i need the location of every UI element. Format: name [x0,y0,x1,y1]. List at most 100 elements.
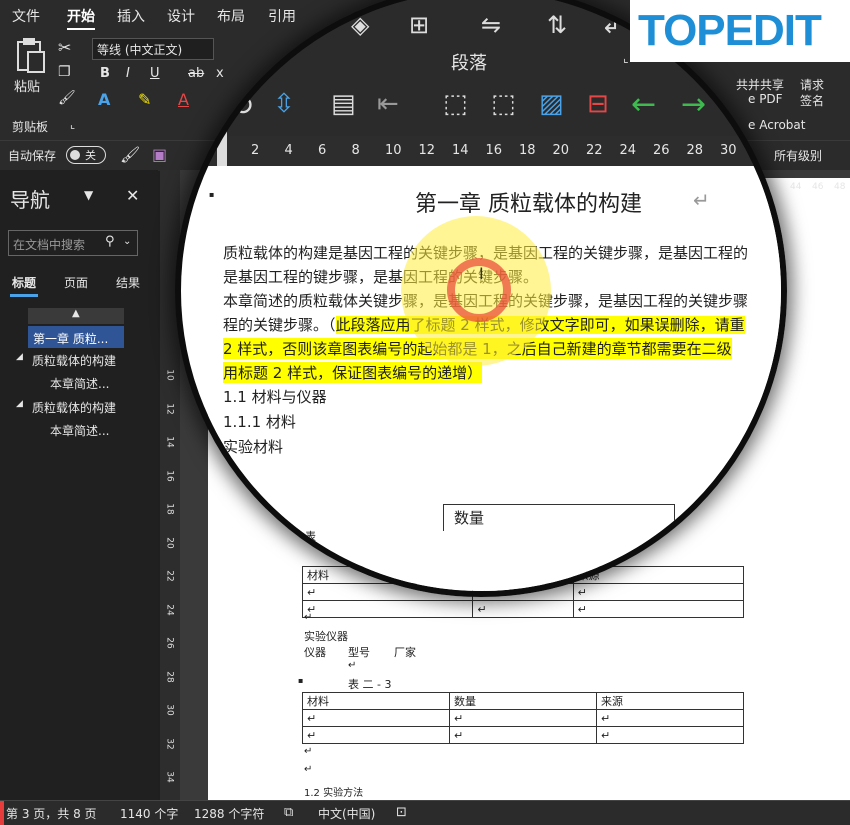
paragraph-launcher-icon[interactable]: ⌞ [623,51,629,65]
table-cell[interactable]: ↵ [596,709,744,727]
tab-home[interactable]: 开始 [67,6,95,31]
empty-paragraph: ↵ [304,612,313,623]
page-icon[interactable]: ▤ [331,89,356,119]
tab-headings[interactable]: 标题 [12,274,36,291]
cut-icon[interactable]: ✂ [58,38,71,57]
show-marks-icon[interactable]: ↲ [601,11,621,39]
ruler-number: 26 [164,637,175,649]
char-count[interactable]: 1288 个字符 [194,805,264,822]
sort-icon[interactable]: ⇅ [547,11,567,39]
magnifier-lens: ◈ ⊞ ⇋ ⇅ ↲ 段落 ⌞ ↻ ⇳ ▤ ⇤ ⬚ ⬚ ▨ ⊟ ← → 24681… [175,0,787,597]
indent-icon[interactable]: ⇤ [377,89,399,119]
tab-insert[interactable]: 插入 [117,6,145,26]
collapse-bar[interactable]: ▲ [28,308,124,324]
exp-instruments-label: 实验仪器 [304,630,348,643]
nav-item[interactable]: 本章简述... [50,422,109,439]
expand-icon[interactable]: ◢ [16,399,23,409]
para2-plain: 程的关键步骤。（ [223,316,336,334]
instrument-col: 仪器 [304,646,326,659]
heading-1-1-1[interactable]: 1.1.1 材料 [223,411,296,432]
text-effects-icon[interactable]: A [98,90,110,109]
toggle-knob [70,150,80,160]
table-cell[interactable]: 材料 [302,692,450,710]
brush-icon[interactable]: 🖌 [120,145,140,164]
line-spacing-icon[interactable]: ⇳ [273,89,295,119]
table1-caption: 表 [305,530,316,543]
paragraph-mark: ↵ [693,188,710,212]
chapter-title[interactable]: 第一章 质粒载体的构建 [415,186,642,218]
page-count[interactable]: 第 3 页，共 8 页 [6,805,97,822]
shading-icon[interactable]: ◈ [351,11,369,39]
text-direction-icon[interactable]: ⇋ [481,11,501,39]
borders-icon[interactable]: ⊞ [409,11,429,39]
all-levels-label[interactable]: 所有级别 [774,147,822,164]
ruler-number: 28 [164,670,175,683]
topedit-logo: TOPEDIT [630,0,850,62]
table-cell[interactable]: 数量 [449,692,597,710]
heading-1-1[interactable]: 1.1 材料与仪器 [223,386,327,407]
bold-button[interactable]: B [100,66,110,81]
empty-paragraph: ↵ [304,746,313,757]
nav-item[interactable]: 质粒载体的构建 [32,399,116,416]
word-count[interactable]: 1140 个字 [120,805,178,822]
search-icon[interactable]: ⚲ [105,234,115,249]
table-2[interactable]: 材料 数量 来源 ↵ ↵ ↵ ↵ ↵ ↵ [302,692,744,744]
table-cell[interactable]: 来源 [596,692,744,710]
table-cell[interactable]: ↵ [302,709,450,727]
ruler-number: 14 [452,143,469,158]
nav-search-box[interactable]: 在文档中搜索 ⚲ ⌄ [8,230,138,256]
clipboard-launcher-icon[interactable]: ⌞ [70,118,75,131]
table-cell[interactable]: ↵ [302,726,450,744]
paragraph-group-label: 段落 [451,53,487,74]
lens-table-header[interactable]: 数量 [443,504,675,531]
paste-button[interactable]: 粘贴 [14,76,40,95]
highlight-icon[interactable]: ✎ [138,90,151,109]
proofing-icon[interactable]: ⧉ [284,805,293,820]
accessibility-icon[interactable]: ⊡ [396,805,407,820]
italic-button[interactable]: I [126,66,130,81]
tab-results[interactable]: 结果 [116,274,140,291]
expand-icon[interactable]: ◢ [16,352,23,362]
ruler-number: 24 [164,603,175,616]
indent-marker[interactable] [217,126,227,166]
underline-button[interactable]: U [150,66,160,81]
nav-options-icon[interactable]: ▼ [84,188,93,202]
table-cell[interactable]: ↵ [472,600,574,618]
nav-item[interactable]: 质粒载体的构建 [32,352,116,369]
copy-icon[interactable]: ❐ [58,64,71,80]
exp-materials-label[interactable]: 实验材料 [223,436,283,457]
table-cell[interactable]: ↵ [301,600,474,618]
tab-file[interactable]: 文件 [12,6,40,26]
nav-item-selected[interactable]: 第一章 质粒... [28,326,124,348]
save-icon[interactable]: ▣ [152,145,167,164]
paste-icon[interactable] [14,38,46,74]
format-painter-icon[interactable]: 🖌 [58,90,76,106]
table-cell[interactable]: ↵ [596,726,744,744]
arrow-right-icon[interactable]: → [681,87,706,122]
arrow-left-icon[interactable]: ← [631,87,656,122]
share-label[interactable]: e PDF [748,92,783,106]
comment-prev-icon[interactable]: ⬚ [443,89,468,119]
table-cell[interactable]: ↵ [449,726,597,744]
nav-item[interactable]: 本章简述... [50,375,109,392]
language-status[interactable]: 中文(中国) [318,805,375,822]
comment-next-icon[interactable]: ⬚ [491,89,516,119]
para2-line4[interactable]: 用标题 2 样式，保证图表编号的递增） [223,362,483,383]
table-cell[interactable]: ↵ [449,709,597,727]
ruler-number: 30 [720,143,737,158]
share-label[interactable]: 共并共享 [736,76,784,93]
undo-icon[interactable]: ↻ [231,89,254,122]
empty-paragraph: ↵ [304,764,313,775]
tab-pages[interactable]: 页面 [64,274,88,291]
autosave-toggle[interactable]: 关 [66,146,106,164]
table-cell[interactable]: ↵ [572,600,745,618]
search-input[interactable]: 在文档中搜索 [13,236,85,253]
close-icon[interactable]: ✕ [126,186,139,205]
chevron-down-icon[interactable]: ⌄ [123,236,131,247]
lens-page: ▪ 第一章 质粒载体的构建 ↵ 质粒载体的构建是基因工程的关键步骤，是基因工程的… [181,166,781,591]
picture-icon[interactable]: ▨ [539,89,564,119]
delete-icon[interactable]: ⊟ [587,89,609,119]
sign-label[interactable]: 签名 [800,92,824,109]
ruler-number: 34 [164,771,175,783]
sign-label[interactable]: 请求 [800,76,824,93]
